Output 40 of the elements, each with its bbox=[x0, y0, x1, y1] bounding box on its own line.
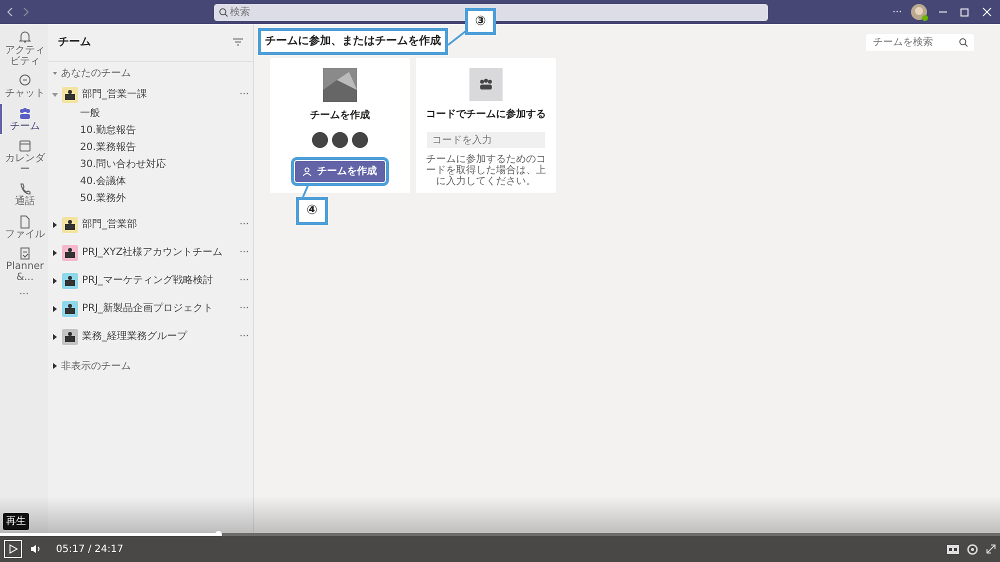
team-search-field[interactable]: チームを検索 bbox=[866, 34, 974, 51]
more-button[interactable]: ··· bbox=[19, 287, 29, 302]
rail-item[interactable]: Planner &... bbox=[0, 244, 48, 285]
callout-heading: チームに参加、またはチームを作成 bbox=[258, 28, 448, 55]
rail-item[interactable]: ファイル bbox=[0, 212, 48, 242]
rail-item[interactable]: アクティビティ bbox=[0, 28, 48, 69]
more-button[interactable]: ··· bbox=[239, 301, 249, 316]
more-button[interactable]: ··· bbox=[239, 329, 249, 344]
channel-item[interactable]: 30.問い合わせ対応 bbox=[48, 156, 253, 172]
section-label[interactable]: あなたのチーム bbox=[61, 66, 131, 80]
create-team-button[interactable]: チームを作成 bbox=[295, 161, 385, 182]
channel-item[interactable]: 20.業務報告 bbox=[48, 138, 253, 156]
team-name[interactable]: PRJ_新製品企画プロジェクト bbox=[82, 301, 236, 316]
more-button[interactable]: ··· bbox=[239, 87, 249, 102]
team-name[interactable]: 業務_経理業務グループ bbox=[82, 329, 236, 344]
team-name[interactable]: PRJ_XYZ社様アカウントチーム bbox=[82, 245, 236, 260]
callout-number: ④ bbox=[296, 197, 328, 225]
channel-item[interactable]: 10.勤怠報告 bbox=[48, 122, 253, 138]
panel-title: チーム bbox=[58, 34, 91, 50]
channel-item[interactable]: 一般 bbox=[48, 104, 253, 122]
channel-item[interactable]: 40.会議体 bbox=[48, 172, 253, 190]
rail-item[interactable]: 通話 bbox=[0, 179, 48, 210]
channel-item[interactable]: 50.業務外 bbox=[48, 190, 253, 206]
more-button[interactable]: ··· bbox=[239, 217, 249, 232]
team-name[interactable]: 部門_営業一課 bbox=[82, 87, 236, 102]
section-label[interactable]: 非表示のチーム bbox=[61, 358, 131, 374]
tooltip: 再生 bbox=[3, 513, 29, 530]
code-field[interactable]: コードを入力 bbox=[427, 132, 545, 148]
rail-item[interactable]: チャット bbox=[0, 71, 48, 102]
video-time: 05:17 / 24:17 bbox=[56, 542, 124, 556]
team-name[interactable]: PRJ_マーケティング戦略検討 bbox=[82, 273, 236, 288]
card-title: チームを作成 bbox=[310, 108, 370, 123]
callout-number: ③ bbox=[465, 8, 496, 35]
hint-text: チームに参加するためのコードを取得した場合は、上に入力してください。 bbox=[425, 152, 547, 189]
card-title: コードでチームに参加する bbox=[426, 108, 546, 122]
rail-item[interactable]: カレンダー bbox=[0, 136, 48, 177]
more-button[interactable]: ··· bbox=[239, 245, 249, 260]
team-name[interactable]: 部門_営業部 bbox=[82, 217, 236, 232]
more-button[interactable]: ··· bbox=[892, 4, 902, 20]
more-button[interactable]: ··· bbox=[239, 273, 249, 288]
